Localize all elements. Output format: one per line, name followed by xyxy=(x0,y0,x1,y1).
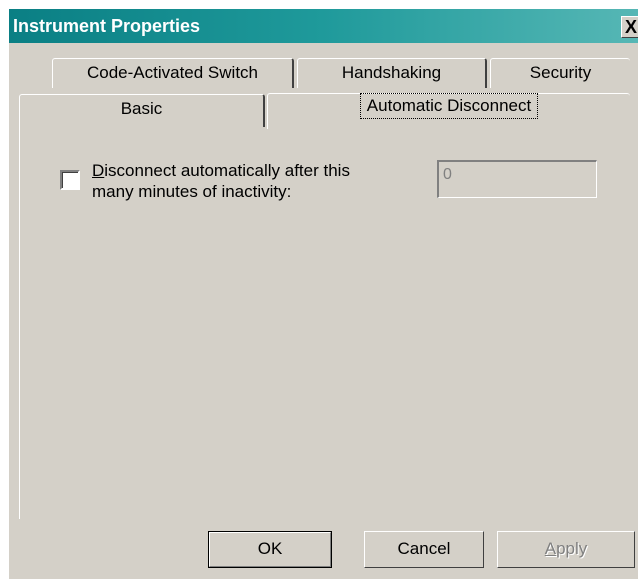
tab-security[interactable]: Security xyxy=(490,58,630,88)
apply-button[interactable]: Apply xyxy=(497,531,635,568)
label-line1: isconnect automatically after this xyxy=(104,161,350,180)
cancel-button[interactable]: Cancel xyxy=(364,531,484,568)
access-key: A xyxy=(544,539,557,558)
close-button[interactable]: X xyxy=(621,16,638,38)
cancel-label: Cancel xyxy=(397,539,451,558)
title-bar: Instrument Properties X xyxy=(9,9,638,43)
close-icon: X xyxy=(625,17,638,37)
tab-code-activated-switch[interactable]: Code-Activated Switch xyxy=(52,58,294,88)
tab-label: Handshaking xyxy=(341,63,442,82)
tab-handshaking[interactable]: Handshaking xyxy=(297,58,487,88)
disconnect-checkbox[interactable] xyxy=(60,170,80,190)
disconnect-checkbox-label[interactable]: Disconnect automatically after this many… xyxy=(92,160,392,202)
tab-label: Code-Activated Switch xyxy=(86,63,259,82)
ok-label: OK xyxy=(257,539,283,558)
tab-basic[interactable]: Basic xyxy=(19,94,265,128)
tab-label: Basic xyxy=(120,99,163,118)
apply-label: Apply xyxy=(545,539,588,558)
access-key: D xyxy=(92,161,105,180)
tab-label: Security xyxy=(529,63,592,82)
apply-rest: pply xyxy=(556,539,588,558)
minutes-field[interactable]: 0 xyxy=(437,160,597,198)
minutes-value: 0 xyxy=(443,166,452,183)
ok-button[interactable]: OK xyxy=(208,531,332,568)
label-line2: many minutes of inactivity: xyxy=(92,182,292,201)
tab-label: Automatic Disconnect xyxy=(359,93,539,119)
tab-automatic-disconnect[interactable]: Automatic Disconnect xyxy=(267,93,630,129)
checkbox-box xyxy=(62,172,78,188)
window-title: Instrument Properties xyxy=(13,16,201,36)
